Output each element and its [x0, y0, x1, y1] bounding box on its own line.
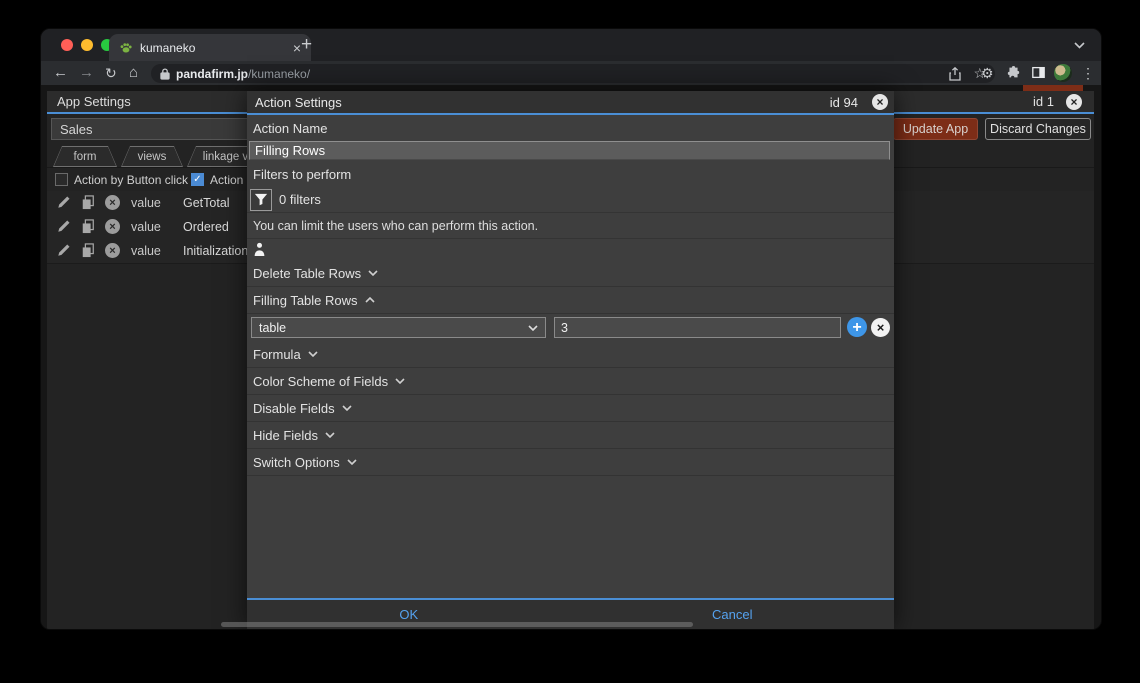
action-name: Ordered — [183, 220, 229, 234]
delete-x-icon[interactable]: × — [105, 243, 120, 258]
copy-icon[interactable] — [81, 195, 95, 210]
tab-search-chevron-icon[interactable] — [1074, 42, 1085, 49]
cancel-button[interactable]: Cancel — [712, 607, 752, 622]
filling-table-rows-controls: table + × — [247, 314, 894, 341]
app-settings-id-badge: id 1 — [1033, 94, 1054, 109]
delete-x-icon[interactable]: × — [105, 219, 120, 234]
lock-icon — [160, 67, 170, 80]
chevron-down-icon — [395, 378, 405, 384]
person-icon[interactable] — [253, 242, 266, 257]
app-settings-close-icon[interactable]: × — [1066, 93, 1082, 110]
section-label: Filling Table Rows — [253, 292, 358, 308]
section-disable-fields[interactable]: Disable Fields — [247, 395, 894, 422]
app-settings-title: App Settings — [57, 94, 131, 109]
extensions-puzzle-icon[interactable] — [1007, 66, 1020, 79]
browser-window: kumaneko × + ← → ↻ ⌂ pandafirm.jp /kuman… — [40, 28, 1102, 630]
action-settings-title: Action Settings — [255, 94, 342, 110]
add-row-button[interactable]: + — [847, 317, 867, 337]
limit-users-hint: You can limit the users who can perform … — [247, 214, 894, 239]
chevron-up-icon — [364, 297, 375, 303]
browser-toolbar: ← → ↻ ⌂ pandafirm.jp /kumaneko/ ☆ ⚙ ⋮ — [41, 61, 1101, 85]
address-bar[interactable]: pandafirm.jp /kumaneko/ ☆ — [151, 64, 995, 83]
filters-count: 0 filters — [279, 192, 321, 207]
action-name-label: Action Name — [253, 120, 328, 136]
section-label: Switch Options — [253, 454, 340, 470]
new-tab-button[interactable]: + — [301, 34, 312, 56]
checkbox-action-by-button-click[interactable] — [55, 173, 68, 186]
section-color-scheme[interactable]: Color Scheme of Fields — [247, 368, 894, 395]
home-button[interactable]: ⌂ — [129, 62, 138, 84]
ok-button[interactable]: OK — [399, 607, 418, 622]
filter-funnel-button[interactable] — [250, 188, 272, 211]
window-minimize-button[interactable] — [81, 39, 93, 51]
menu-dots-icon[interactable]: ⋮ — [1081, 62, 1095, 84]
tab-form[interactable]: form — [53, 146, 117, 167]
action-name-input[interactable] — [249, 141, 890, 160]
checkbox-action-other[interactable]: ✓ — [191, 173, 204, 186]
share-icon[interactable] — [949, 66, 962, 81]
settings-gear-icon[interactable]: ⚙ — [981, 62, 994, 84]
table-select[interactable]: table — [251, 317, 546, 338]
horizontal-scrollbar[interactable] — [221, 622, 693, 627]
chevron-down-icon — [308, 351, 318, 357]
app-name-value: Sales — [60, 121, 93, 137]
delete-x-icon[interactable]: × — [105, 195, 120, 210]
window-close-button[interactable] — [61, 39, 73, 51]
desktop-background: kumaneko × + ← → ↻ ⌂ pandafirm.jp /kuman… — [0, 0, 1140, 683]
action-name: GetTotal — [183, 196, 230, 210]
tab-close-icon[interactable]: × — [293, 41, 301, 55]
page-content: App Settings id 1 × Sales Update App Dis… — [41, 85, 1101, 629]
tab-views[interactable]: views — [121, 146, 183, 167]
reload-button[interactable]: ↻ — [105, 62, 117, 84]
table-select-value: table — [259, 320, 287, 335]
forward-button[interactable]: → — [79, 62, 94, 84]
edit-pencil-icon[interactable] — [57, 219, 71, 233]
filters-row: 0 filters — [247, 187, 894, 213]
chevron-down-icon — [325, 432, 335, 438]
users-row — [247, 239, 894, 260]
action-settings-close-icon[interactable]: × — [872, 94, 888, 110]
remove-row-button[interactable]: × — [871, 317, 890, 337]
back-button[interactable]: ← — [53, 62, 68, 84]
section-filling-table-rows[interactable]: Filling Table Rows — [247, 287, 894, 314]
checkbox-label: Action by Button click — [74, 173, 189, 187]
section-label: Delete Table Rows — [253, 265, 362, 281]
chevron-down-icon — [368, 270, 378, 276]
section-delete-table-rows[interactable]: Delete Table Rows — [247, 260, 894, 287]
profile-avatar[interactable] — [1054, 64, 1072, 82]
filters-to-perform-label: Filters to perform — [253, 166, 352, 182]
section-formula[interactable]: Formula — [247, 341, 894, 368]
section-label: Disable Fields — [253, 400, 335, 416]
discard-changes-button[interactable]: Discard Changes — [985, 118, 1091, 140]
chevron-down-icon — [347, 459, 357, 465]
browser-tab-strip: kumaneko × + — [41, 29, 1101, 61]
url-domain: pandafirm.jp — [176, 66, 249, 81]
tab-title: kumaneko — [140, 40, 196, 55]
section-hide-fields[interactable]: Hide Fields — [247, 422, 894, 449]
chevron-down-icon — [528, 324, 538, 331]
copy-icon[interactable] — [81, 219, 95, 234]
action-settings-id-badge: id 94 — [829, 94, 858, 110]
edit-pencil-icon[interactable] — [57, 195, 71, 209]
browser-tab-kumaneko[interactable]: kumaneko × — [109, 34, 311, 61]
url-path: /kumaneko/ — [248, 66, 311, 81]
section-switch-options[interactable]: Switch Options — [247, 449, 894, 476]
action-kind: value — [131, 220, 161, 234]
section-label: Color Scheme of Fields — [253, 373, 389, 389]
action-kind: value — [131, 196, 161, 210]
row-count-input[interactable] — [554, 317, 841, 338]
checkmark-icon: ✓ — [193, 174, 202, 185]
action-kind: value — [131, 244, 161, 258]
update-app-button[interactable]: Update App — [893, 118, 978, 140]
edit-pencil-icon[interactable] — [57, 243, 71, 257]
section-label: Formula — [253, 346, 301, 362]
copy-icon[interactable] — [81, 243, 95, 258]
action-settings-dialog: Action Settings id 94 × Action Name Filt… — [247, 91, 894, 629]
side-panel-icon[interactable] — [1032, 66, 1045, 79]
action-settings-dialog-header: Action Settings id 94 × — [247, 91, 894, 115]
section-label: Hide Fields — [253, 427, 319, 443]
chevron-down-icon — [342, 405, 352, 411]
action-name: Initialization — [183, 244, 249, 258]
tab-favicon-paw-icon — [119, 41, 133, 55]
